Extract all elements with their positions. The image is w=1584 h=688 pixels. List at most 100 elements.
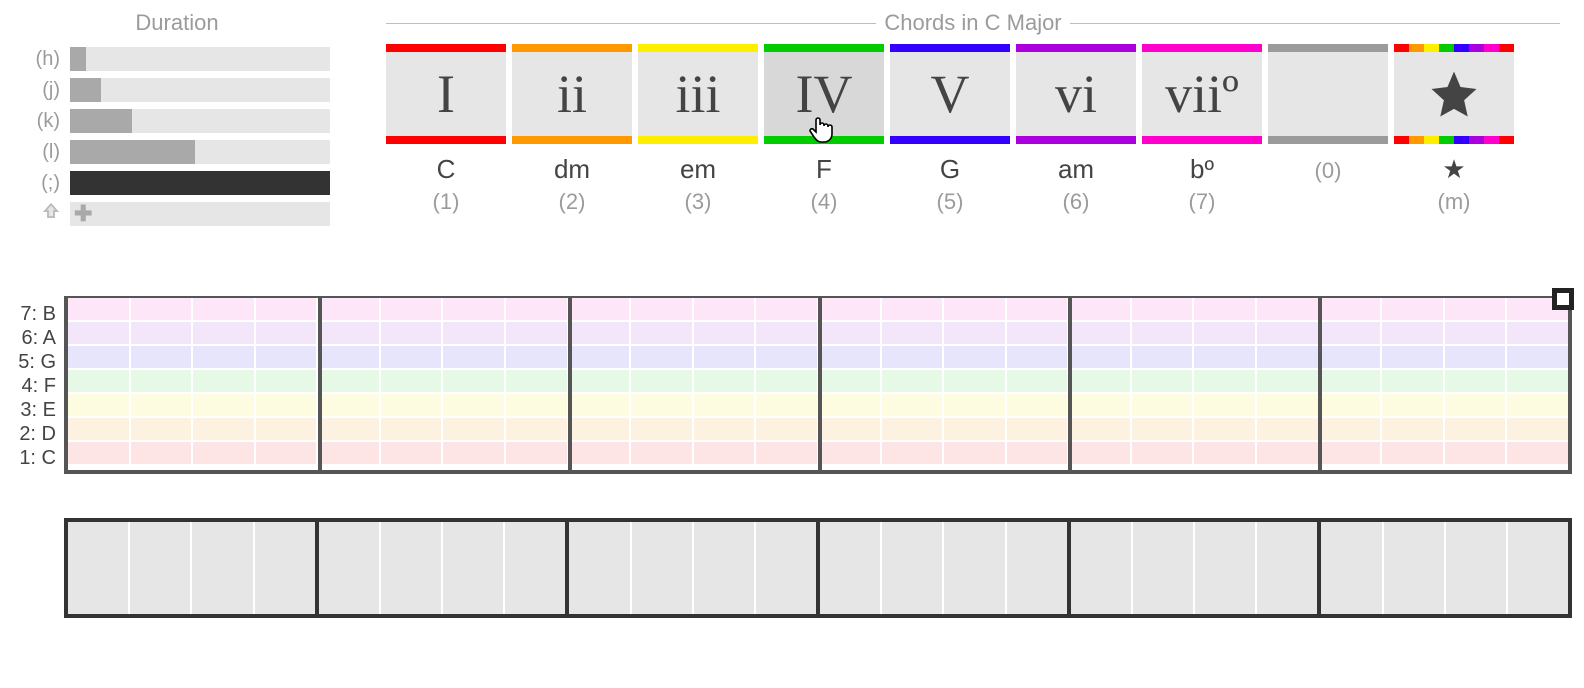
note-cell[interactable] (1132, 370, 1195, 392)
chord-track-cell[interactable] (1007, 522, 1067, 614)
note-cell[interactable] (1257, 346, 1320, 368)
chord-track-cell[interactable] (505, 522, 565, 614)
note-cell[interactable] (256, 394, 319, 416)
note-cell[interactable] (318, 322, 381, 344)
note-cell[interactable] (443, 322, 506, 344)
note-cell[interactable] (631, 442, 694, 464)
note-cell[interactable] (944, 346, 1007, 368)
note-cell[interactable] (256, 346, 319, 368)
note-cell[interactable] (694, 418, 757, 440)
note-cell[interactable] (506, 418, 569, 440)
note-cell[interactable] (381, 322, 444, 344)
note-cell[interactable] (756, 298, 819, 320)
note-cell[interactable] (193, 298, 256, 320)
chord-button-rest[interactable] (1268, 44, 1388, 144)
note-cell[interactable] (131, 418, 194, 440)
note-cell[interactable] (569, 442, 632, 464)
note-cell[interactable] (318, 394, 381, 416)
note-cell[interactable] (68, 346, 131, 368)
note-cell[interactable] (1445, 418, 1508, 440)
note-cell[interactable] (819, 370, 882, 392)
chord-track-cell[interactable] (443, 522, 505, 614)
chord-track-cell[interactable] (820, 522, 882, 614)
duration-row-shift[interactable]: ✚ (24, 199, 330, 229)
chord-track-cell[interactable] (68, 522, 130, 614)
note-cell[interactable] (256, 370, 319, 392)
note-cell[interactable] (1194, 418, 1257, 440)
note-cell[interactable] (193, 394, 256, 416)
note-cell[interactable] (381, 418, 444, 440)
note-cell[interactable] (1507, 346, 1568, 368)
note-cell[interactable] (631, 322, 694, 344)
note-cell[interactable] (1445, 394, 1508, 416)
note-cell[interactable] (1382, 394, 1445, 416)
note-cell[interactable] (193, 418, 256, 440)
note-cell[interactable] (569, 322, 632, 344)
note-cell[interactable] (1194, 322, 1257, 344)
note-cell[interactable] (694, 346, 757, 368)
note-cell[interactable] (506, 442, 569, 464)
note-cell[interactable] (1069, 370, 1132, 392)
note-cell[interactable] (631, 418, 694, 440)
note-cell[interactable] (1007, 418, 1070, 440)
note-cell[interactable] (193, 370, 256, 392)
note-cell[interactable] (819, 322, 882, 344)
note-cell[interactable] (1257, 442, 1320, 464)
note-cell[interactable] (1445, 346, 1508, 368)
duration-row-l[interactable]: (l) (24, 137, 330, 167)
note-cell[interactable] (1507, 442, 1568, 464)
note-cell[interactable] (1382, 442, 1445, 464)
note-cell[interactable] (631, 394, 694, 416)
note-cell[interactable] (882, 298, 945, 320)
chord-track-cell[interactable] (255, 522, 315, 614)
note-cell[interactable] (819, 442, 882, 464)
note-cell[interactable] (1194, 298, 1257, 320)
chord-track-cell[interactable] (569, 522, 631, 614)
note-grid[interactable] (64, 296, 1572, 474)
note-cell[interactable] (1445, 442, 1508, 464)
note-cell[interactable] (1194, 346, 1257, 368)
note-cell[interactable] (68, 298, 131, 320)
chord-track-cell[interactable] (130, 522, 192, 614)
note-cell[interactable] (443, 418, 506, 440)
note-cell[interactable] (1069, 418, 1132, 440)
note-cell[interactable] (131, 346, 194, 368)
note-cell[interactable] (819, 418, 882, 440)
note-cell[interactable] (756, 370, 819, 392)
note-cell[interactable] (193, 442, 256, 464)
chord-track-cell[interactable] (381, 522, 443, 614)
note-cell[interactable] (1007, 442, 1070, 464)
note-cell[interactable] (1069, 394, 1132, 416)
chord-track-cell[interactable] (192, 522, 254, 614)
note-cell[interactable] (1132, 346, 1195, 368)
note-cell[interactable] (756, 346, 819, 368)
note-cell[interactable] (1320, 418, 1383, 440)
note-cell[interactable] (944, 394, 1007, 416)
note-cell[interactable] (1257, 370, 1320, 392)
chord-track-bar[interactable] (820, 522, 1071, 614)
note-cell[interactable] (569, 394, 632, 416)
chord-track-cell[interactable] (694, 522, 756, 614)
note-cell[interactable] (1132, 322, 1195, 344)
note-cell[interactable] (1194, 442, 1257, 464)
note-cell[interactable] (68, 370, 131, 392)
note-cell[interactable] (1007, 298, 1070, 320)
chord-track-cell[interactable] (1071, 522, 1133, 614)
note-cell[interactable] (944, 442, 1007, 464)
chord-button-viiº[interactable]: viiº (1142, 44, 1262, 144)
note-cell[interactable] (756, 442, 819, 464)
chord-track-cell[interactable] (1508, 522, 1568, 614)
note-cell[interactable] (381, 442, 444, 464)
note-cell[interactable] (131, 322, 194, 344)
note-cell[interactable] (819, 346, 882, 368)
note-cell[interactable] (1007, 346, 1070, 368)
note-cell[interactable] (318, 370, 381, 392)
note-cell[interactable] (443, 346, 506, 368)
duration-row-h[interactable]: (h) (24, 44, 330, 74)
chord-track-cell[interactable] (1384, 522, 1446, 614)
note-cell[interactable] (1069, 346, 1132, 368)
chord-track-bar[interactable] (68, 522, 319, 614)
note-cell[interactable] (1069, 442, 1132, 464)
chord-button-★[interactable] (1394, 44, 1514, 144)
note-cell[interactable] (1382, 418, 1445, 440)
